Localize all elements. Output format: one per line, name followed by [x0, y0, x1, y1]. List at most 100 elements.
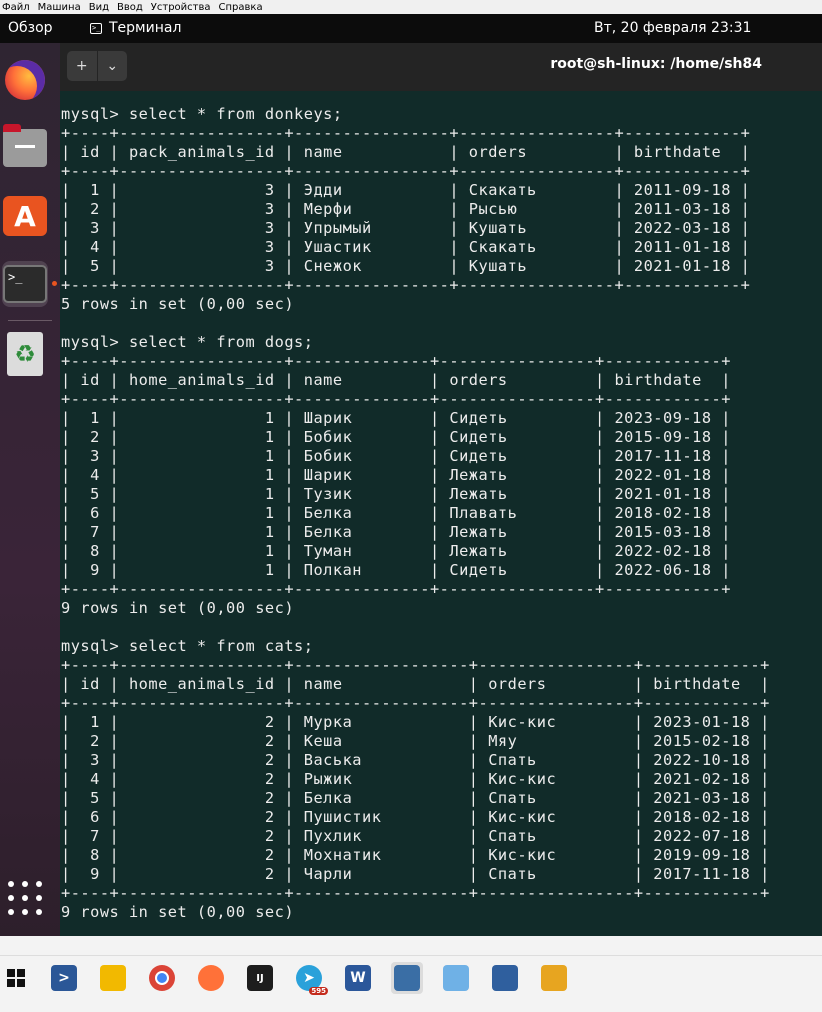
file-explorer-taskbar-button[interactable] [97, 962, 129, 994]
ubuntu-top-bar: Обзор >_ Терминал Вт, 20 февраля 23:31 [0, 14, 822, 43]
windows-start-icon [3, 965, 29, 991]
terminal-line: mysql> select * from dogs; [61, 333, 314, 351]
file-explorer-icon [100, 965, 126, 991]
trash-icon: ♻ [7, 332, 43, 376]
terminal-line: | 4 | 2 | Рыжик | Кис-кис | 2021-02-18 | [61, 770, 770, 788]
terminal-line: | 4 | 3 | Ушастик | Скакать | 2011-01-18… [61, 238, 751, 256]
firefox-taskbar-icon [198, 965, 224, 991]
terminal-line: | 3 | 2 | Васька | Спать | 2022-10-18 | [61, 751, 770, 769]
chrome-taskbar-button[interactable] [146, 962, 178, 994]
app-menu-label: Терминал [109, 20, 182, 36]
terminal-output: mysql> select * from donkeys; +----+-----… [60, 91, 822, 922]
terminal-line: +----+-----------------+----------------… [61, 162, 751, 180]
terminal-line: +----+-----------------+----------------… [61, 276, 751, 294]
dock-files[interactable] [2, 124, 48, 171]
word-taskbar-button[interactable]: W [342, 962, 374, 994]
jetbrains-icon: IJ [247, 965, 273, 991]
firefox-taskbar-taskbar-button[interactable] [195, 962, 227, 994]
tab-menu-button[interactable]: ⌄ [98, 51, 128, 81]
terminal-line: | 6 | 2 | Пушистик | Кис-кис | 2018-02-1… [61, 808, 770, 826]
clock[interactable]: Вт, 20 февраля 23:31 [594, 20, 751, 36]
terminal-title: root@sh-linux: /home/sh84 [550, 56, 762, 72]
terminal-line: | 2 | 2 | Кеша | Мяу | 2015-02-18 | [61, 732, 770, 750]
dock: A >_ ♻ [0, 43, 60, 936]
powershell-icon: > [51, 965, 77, 991]
terminal-icon: >_ [3, 265, 47, 303]
vbox-menu-bar: Файл Машина Вид Ввод Устройства Справка [0, 0, 822, 14]
terminal-line: +----+-----------------+----------------… [61, 884, 770, 902]
terminal-line: +----+-----------------+--------------+-… [61, 390, 731, 408]
firefox-icon [5, 60, 45, 100]
windows-taskbar: > IJ ➤ 595 W [0, 936, 822, 1012]
menu-devices[interactable]: Устройства [149, 2, 217, 13]
terminal-line: | 1 | 3 | Эдди | Скакать | 2011-09-18 | [61, 181, 751, 199]
paint-taskbar-button[interactable] [440, 962, 472, 994]
menu-file[interactable]: Файл [0, 2, 36, 13]
sticky-notes-icon [541, 965, 567, 991]
terminal-line: +----+-----------------+----------------… [61, 694, 770, 712]
running-indicator [52, 281, 57, 286]
files-icon [3, 124, 47, 167]
sticky-notes-taskbar-button[interactable] [538, 962, 570, 994]
terminal-line: | 3 | 1 | Бобик | Сидеть | 2017-11-18 | [61, 447, 731, 465]
mysql-workbench-icon [394, 965, 420, 991]
terminal-line: | 9 | 2 | Чарли | Спать | 2017-11-18 | [61, 865, 770, 883]
dock-trash[interactable]: ♻ [2, 331, 48, 377]
menu-help[interactable]: Справка [217, 2, 269, 13]
terminal-line: mysql> select * from donkeys; [61, 105, 343, 123]
telegram-icon: ➤ 595 [296, 965, 328, 995]
virtualbox-taskbar-button[interactable] [489, 962, 521, 994]
terminal-line: | id | home_animals_id | name | orders |… [61, 371, 731, 389]
terminal-line: | 8 | 2 | Мохнатик | Кис-кис | 2019-09-1… [61, 846, 770, 864]
terminal-line: +----+-----------------+----------------… [61, 656, 770, 674]
mysql-workbench-taskbar-button[interactable] [391, 962, 423, 994]
software-icon: A [3, 196, 47, 236]
dock-terminal[interactable]: >_ [2, 261, 48, 307]
terminal-line: | 1 | 1 | Шарик | Сидеть | 2023-09-18 | [61, 409, 731, 427]
windows-start-taskbar-button[interactable] [0, 962, 32, 994]
dock-firefox[interactable] [2, 57, 48, 103]
app-menu[interactable]: >_ Терминал [90, 20, 181, 36]
activities-button[interactable]: Обзор [8, 20, 53, 36]
terminal-line: 5 rows in set (0,00 sec) [61, 295, 295, 313]
terminal-line: | 8 | 1 | Туман | Лежать | 2022-02-18 | [61, 542, 731, 560]
terminal-line: | 7 | 1 | Белка | Лежать | 2015-03-18 | [61, 523, 731, 541]
virtualbox-icon [492, 965, 518, 991]
powershell-taskbar-button[interactable]: > [48, 962, 80, 994]
chrome-icon [149, 965, 175, 991]
terminal-line: | 5 | 1 | Тузик | Лежать | 2021-01-18 | [61, 485, 731, 503]
terminal-line: | 2 | 3 | Мерфи | Рысью | 2011-03-18 | [61, 200, 751, 218]
terminal-line: 9 rows in set (0,00 sec) [61, 903, 295, 921]
terminal-line: +----+-----------------+--------------+-… [61, 580, 731, 598]
terminal-line: | 9 | 1 | Полкан | Сидеть | 2022-06-18 | [61, 561, 731, 579]
terminal-small-icon: >_ [90, 22, 102, 34]
terminal-line: | 3 | 3 | Упрымый | Кушать | 2022-03-18 … [61, 219, 751, 237]
terminal-line: | 4 | 1 | Шарик | Лежать | 2022-01-18 | [61, 466, 731, 484]
terminal-headerbar: + ⌄ root@sh-linux: /home/sh84 [60, 43, 822, 91]
terminal-line: | 7 | 2 | Пухлик | Спать | 2022-07-18 | [61, 827, 770, 845]
new-tab-button[interactable]: + [67, 51, 98, 81]
terminal-line: +----+-----------------+--------------+-… [61, 352, 731, 370]
terminal-line: +----+-----------------+----------------… [61, 124, 751, 142]
app-grid-icon[interactable] [8, 881, 44, 917]
terminal-line: 9 rows in set (0,00 sec) [61, 599, 295, 617]
word-icon: W [345, 965, 371, 991]
menu-input[interactable]: Ввод [115, 2, 149, 13]
jetbrains-taskbar-button[interactable]: IJ [244, 962, 276, 994]
terminal-line: | 6 | 1 | Белка | Плавать | 2018-02-18 | [61, 504, 731, 522]
terminal-line: | 5 | 3 | Снежок | Кушать | 2021-01-18 | [61, 257, 751, 275]
menu-view[interactable]: Вид [87, 2, 115, 13]
terminal-line: | 5 | 2 | Белка | Спать | 2021-03-18 | [61, 789, 770, 807]
dock-separator [8, 320, 52, 321]
telegram-taskbar-button[interactable]: ➤ 595 [293, 962, 328, 995]
terminal-line: mysql> select * from cats; [61, 637, 314, 655]
telegram-unread-badge: 595 [309, 987, 328, 995]
menu-machine[interactable]: Машина [36, 2, 87, 13]
terminal-line: | id | pack_animals_id | name | orders |… [61, 143, 751, 161]
paint-icon [443, 965, 469, 991]
dock-software[interactable]: A [2, 193, 48, 239]
terminal-body[interactable]: mysql> select * from donkeys; +----+-----… [60, 91, 822, 936]
terminal-line: | 1 | 2 | Мурка | Кис-кис | 2023-01-18 | [61, 713, 770, 731]
